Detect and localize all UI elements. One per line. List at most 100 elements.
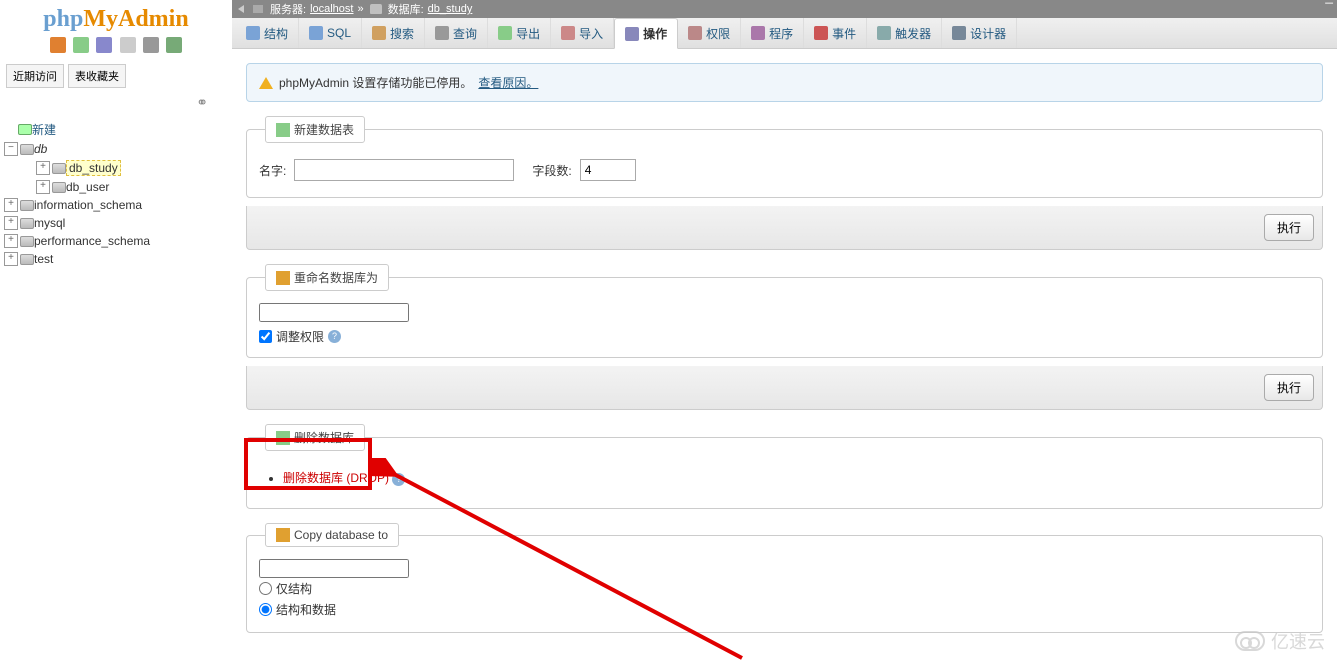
- breadcrumb-sep: »: [357, 3, 363, 15]
- tree-item-mysql[interactable]: + mysql: [4, 214, 232, 232]
- server-link[interactable]: localhost: [310, 3, 353, 15]
- copy-structure-radio[interactable]: [259, 582, 272, 595]
- tree-label: information_schema: [34, 198, 142, 212]
- copy-structure-label: 仅结构: [276, 580, 312, 597]
- new-db-icon: [18, 124, 32, 135]
- new-table-submit-button[interactable]: 执行: [1264, 214, 1314, 241]
- tabs: 结构 SQL 搜索 查询 导出导入操作权限 程序事件触发器设计器: [232, 18, 1337, 49]
- tab-程序[interactable]: 程序: [741, 18, 804, 48]
- tab-label: 结构: [264, 25, 288, 42]
- tab-导出[interactable]: 导出: [488, 18, 551, 48]
- tab-操作[interactable]: 操作: [614, 18, 678, 49]
- tab-label: 搜索: [390, 25, 414, 42]
- copy-input[interactable]: [259, 559, 409, 578]
- legend-text: 重命名数据库为: [294, 269, 378, 286]
- legend-text: 删除数据库: [294, 429, 354, 446]
- tree-item-test[interactable]: + test: [4, 250, 232, 268]
- sql-icon: [309, 26, 323, 40]
- expand-icon[interactable]: +: [4, 216, 18, 230]
- tree-new[interactable]: 新建: [4, 119, 232, 140]
- collapse-icon[interactable]: −: [4, 142, 18, 156]
- structure-icon: [246, 26, 260, 40]
- watermark-icon: [1235, 631, 1265, 651]
- logout-icon[interactable]: [73, 37, 89, 53]
- link-icon[interactable]: ⚭: [0, 90, 232, 115]
- tree-item-db[interactable]: − db: [4, 140, 232, 158]
- watermark-text: 亿速云: [1271, 628, 1325, 654]
- export-icon: [498, 26, 512, 40]
- legend-text: Copy database to: [294, 528, 388, 542]
- refresh-icon[interactable]: [166, 37, 182, 53]
- adjust-priv-label: 调整权限: [276, 328, 324, 345]
- notice-link[interactable]: 查看原因。: [478, 74, 538, 91]
- main: 服务器: localhost » 数据库: db_study ▔ 结构 SQL 搜索…: [232, 0, 1337, 662]
- tab-设计器[interactable]: 设计器: [942, 18, 1017, 48]
- database-icon: [52, 163, 66, 174]
- db-label: 数据库:: [388, 1, 424, 17]
- sidebar-toolbar: [0, 35, 232, 62]
- db-link[interactable]: db_study: [428, 3, 473, 15]
- expand-icon[interactable]: +: [4, 234, 18, 248]
- expand-icon[interactable]: +: [36, 161, 50, 175]
- logo[interactable]: phpMyAdmin: [0, 0, 232, 35]
- drop-list-item: 删除数据库 (DROP) ?: [283, 467, 1310, 488]
- expand-icon[interactable]: +: [4, 252, 18, 266]
- home-icon[interactable]: [50, 37, 66, 53]
- tab-触发器[interactable]: 触发器: [867, 18, 942, 48]
- tab-label: SQL: [327, 26, 351, 40]
- rename-submit-button[interactable]: 执行: [1264, 374, 1314, 401]
- panel-legend-drop: 删除数据库: [265, 424, 365, 451]
- tab-查询[interactable]: 查询: [425, 18, 488, 48]
- settings-icon[interactable]: [143, 37, 159, 53]
- tab-label: 程序: [769, 25, 793, 42]
- collapse-breadcrumb-icon[interactable]: ▔: [1325, 4, 1333, 15]
- server-icon: [252, 4, 264, 14]
- database-icon: [20, 200, 34, 211]
- back-arrow-icon[interactable]: [238, 5, 244, 13]
- db-tree: 新建 − db + db_study + db_user + informati…: [0, 115, 232, 268]
- rename-actionbar: 执行: [246, 366, 1323, 410]
- docs-icon[interactable]: [120, 37, 136, 53]
- database-icon: [20, 254, 34, 265]
- help-icon[interactable]: ?: [328, 330, 341, 343]
- tree-item-performance-schema[interactable]: + performance_schema: [4, 232, 232, 250]
- tab-结构[interactable]: 结构: [236, 18, 299, 48]
- tab-事件[interactable]: 事件: [804, 18, 867, 48]
- config-notice: phpMyAdmin 设置存储功能已停用。 查看原因。: [246, 63, 1323, 102]
- import-icon: [561, 26, 575, 40]
- ops-icon: [625, 27, 639, 41]
- expand-icon[interactable]: +: [4, 198, 18, 212]
- help-icon[interactable]: ?: [392, 473, 405, 486]
- tab-导入[interactable]: 导入: [551, 18, 614, 48]
- panel-legend-copy: Copy database to: [265, 523, 399, 547]
- designer-icon: [952, 26, 966, 40]
- trig-icon: [877, 26, 891, 40]
- rename-input[interactable]: [259, 303, 409, 322]
- priv-icon: [688, 26, 702, 40]
- drop-db-link[interactable]: 删除数据库 (DROP): [283, 471, 389, 485]
- tree-label: db_study: [66, 160, 121, 176]
- tab-label: 查询: [453, 25, 477, 42]
- content: phpMyAdmin 设置存储功能已停用。 查看原因。 新建数据表 名字: 字段…: [232, 49, 1337, 655]
- expand-icon[interactable]: +: [36, 180, 50, 194]
- tree-item-db-study[interactable]: + db_study: [4, 158, 232, 178]
- help-icon[interactable]: [96, 37, 112, 53]
- tab-权限[interactable]: 权限: [678, 18, 741, 48]
- adjust-priv-checkbox[interactable]: [259, 330, 272, 343]
- fields-count-input[interactable]: [580, 159, 636, 181]
- database-icon: [20, 218, 34, 229]
- tab-label: 导出: [516, 25, 540, 42]
- tree-item-db-user[interactable]: + db_user: [4, 178, 232, 196]
- favorites-button[interactable]: 表收藏夹: [68, 64, 126, 88]
- panel-legend-rename: 重命名数据库为: [265, 264, 389, 291]
- tree-label: performance_schema: [34, 234, 150, 248]
- copy-both-radio[interactable]: [259, 603, 272, 616]
- copy-both-label: 结构和数据: [276, 601, 336, 618]
- tab-搜索[interactable]: 搜索: [362, 18, 425, 48]
- database-icon: [52, 182, 66, 193]
- breadcrumb: 服务器: localhost » 数据库: db_study ▔: [232, 0, 1337, 18]
- table-name-input[interactable]: [294, 159, 514, 181]
- recent-button[interactable]: 近期访问: [6, 64, 64, 88]
- tab-sql[interactable]: SQL: [299, 18, 362, 48]
- tree-item-information-schema[interactable]: + information_schema: [4, 196, 232, 214]
